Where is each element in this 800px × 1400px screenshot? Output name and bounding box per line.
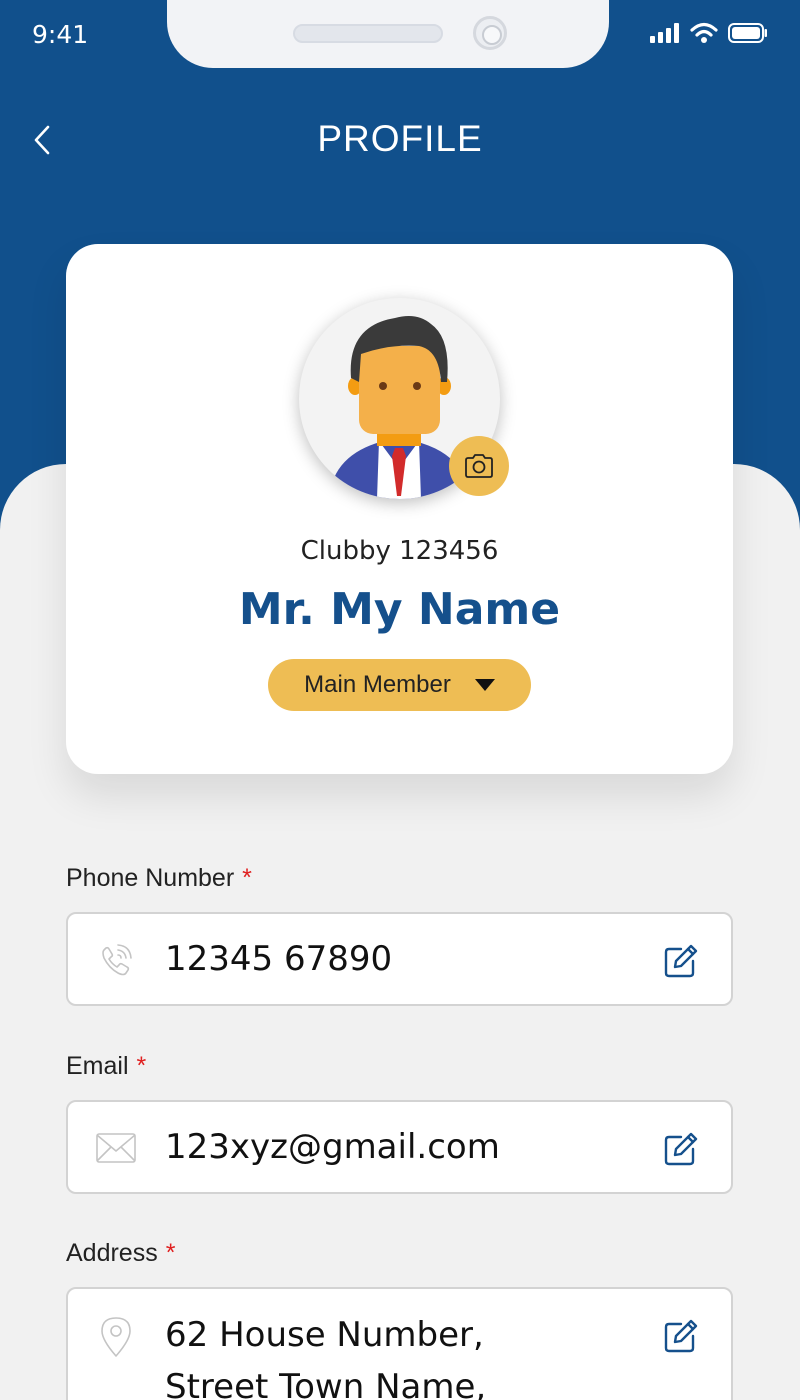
address-value-line2: Street Town Name, [165,1367,487,1400]
top-app-bar: PROFILE [0,100,800,180]
camera-icon [465,454,493,478]
location-pin-icon [94,1315,138,1359]
address-label-text: Address [66,1239,158,1267]
edit-icon [664,1132,698,1166]
status-bar: 9:41 [0,0,800,70]
phone-icon [94,938,138,982]
status-icons [650,22,768,44]
address-value-line1: 62 House Number, [165,1315,484,1355]
email-label-text: Email [66,1052,129,1080]
address-label: Address * [66,1239,175,1268]
required-marker: * [165,1239,176,1267]
caret-down-icon [474,679,495,691]
front-camera [473,16,507,50]
member-type-label: Main Member [304,671,451,698]
change-photo-button[interactable] [449,436,509,496]
edit-email-button[interactable] [661,1129,701,1169]
speaker-grille [293,24,443,43]
phone-field[interactable]: 12345 67890 [66,912,733,1006]
edit-address-button[interactable] [661,1316,701,1356]
page-title: PROFILE [317,118,483,159]
required-marker: * [242,864,252,892]
member-id: Clubby 123456 [300,536,499,566]
email-field[interactable]: 123xyz@gmail.com [66,1100,733,1194]
device-notch [167,0,609,68]
address-field[interactable]: 62 House Number, Street Town Name, [66,1287,733,1400]
member-type-dropdown[interactable]: Main Member [268,659,531,711]
signal-icon [650,23,679,43]
required-marker: * [136,1052,147,1080]
status-time: 9:41 [32,20,89,49]
mail-icon [94,1126,138,1170]
phone-label-text: Phone Number [66,864,235,892]
edit-icon [664,944,698,978]
phone-value: 12345 67890 [165,939,393,979]
edit-icon [664,1319,698,1353]
edit-phone-button[interactable] [661,941,701,981]
battery-icon [728,23,767,43]
avatar-container [299,298,509,499]
email-label: Email * [66,1052,146,1081]
member-name: Mr. My Name [238,584,561,635]
email-value: 123xyz@gmail.com [165,1127,500,1167]
wifi-icon [690,22,718,43]
phone-label: Phone Number * [66,864,252,893]
profile-card: Clubby 123456 Mr. My Name Main Member [66,244,733,774]
